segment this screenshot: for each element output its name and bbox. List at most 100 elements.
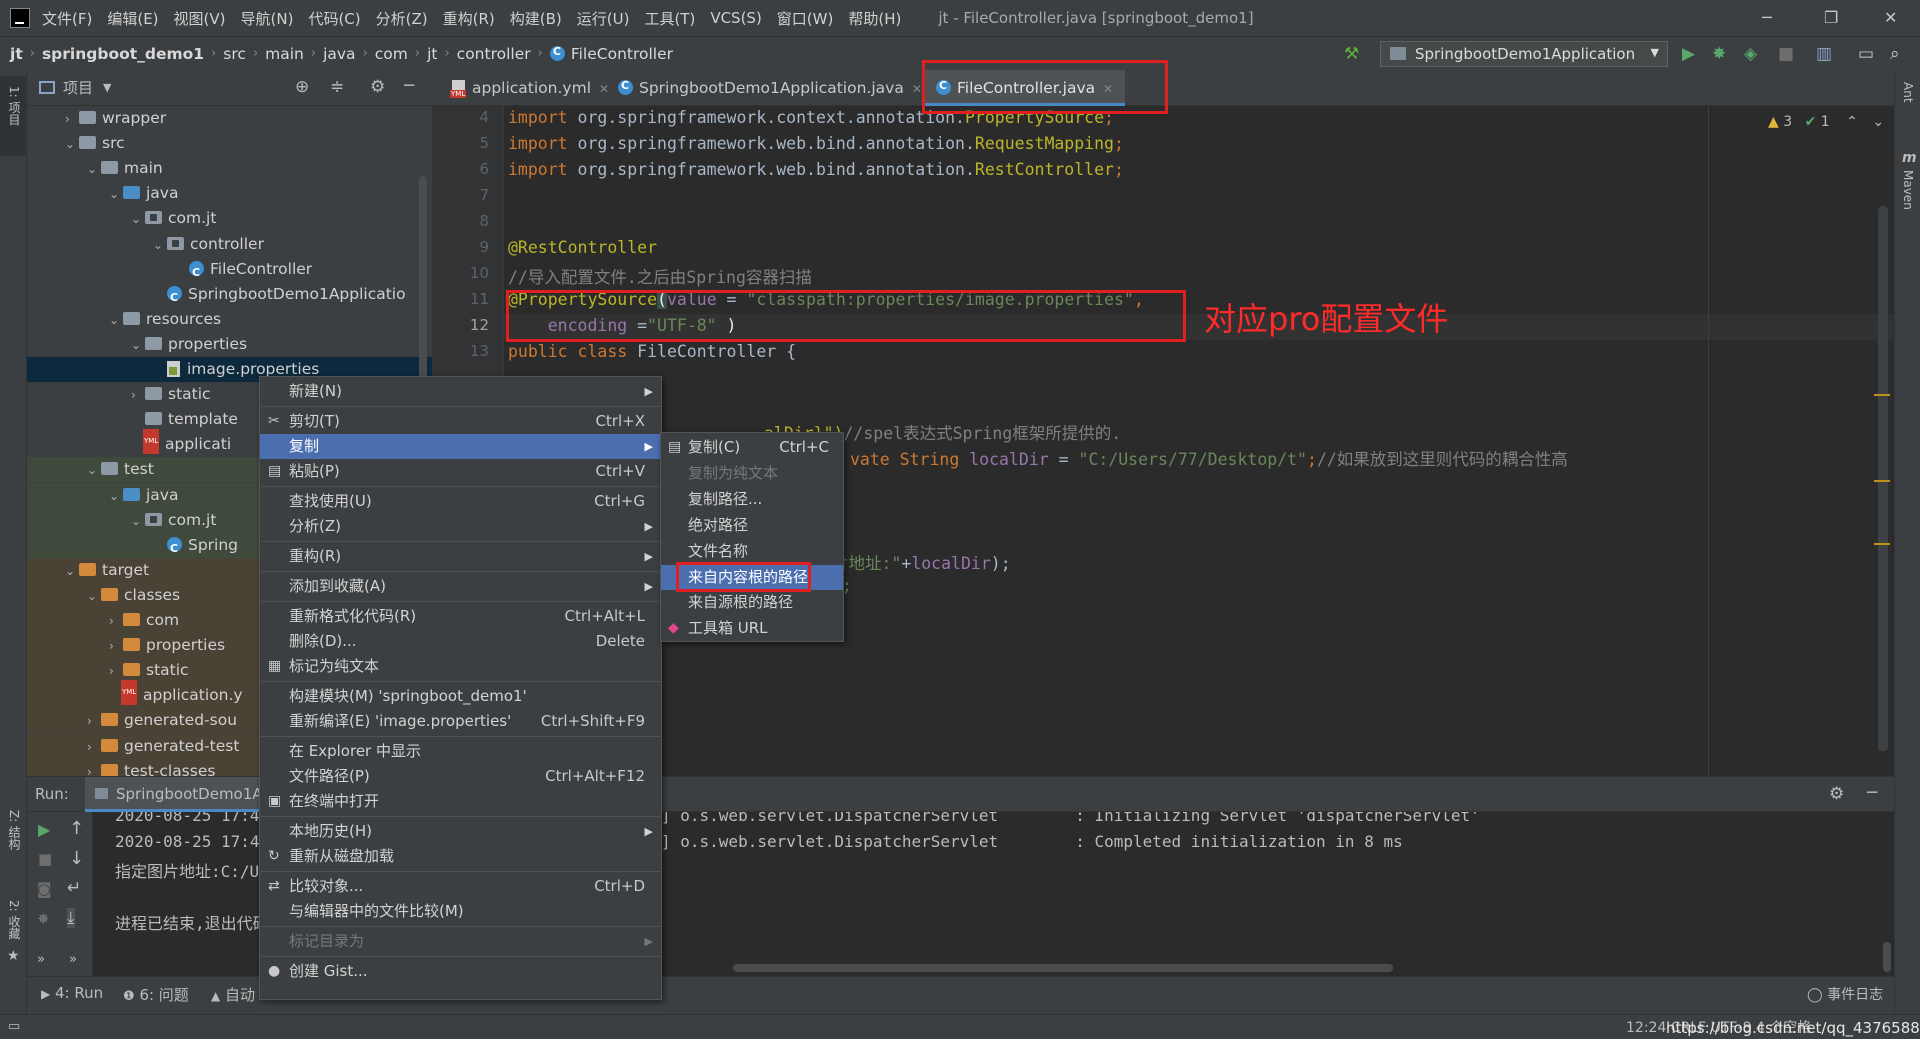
editor-scrollbar[interactable] — [1878, 206, 1888, 751]
soft-wrap-icon[interactable]: ↵ — [67, 878, 81, 898]
context-menu-item[interactable]: 重构(R) ▶ — [260, 544, 661, 569]
layout-toggle-icon[interactable]: ▭ — [8, 1019, 20, 1034]
restore-icon[interactable]: ❐ — [1824, 8, 1838, 27]
chevron-down-icon[interactable]: ⌄ — [131, 333, 145, 358]
layout-icon[interactable]: ▭ — [1858, 44, 1874, 64]
chevron-down-icon[interactable]: ⌄ — [87, 584, 101, 609]
breadcrumb-com[interactable]: com — [375, 45, 408, 63]
submenu-item[interactable]: ▤ 复制(C) Ctrl+C — [661, 435, 843, 460]
tree-node[interactable]: ⌄ main — [27, 156, 432, 181]
camera-icon[interactable]: ◙ — [37, 880, 52, 898]
submenu-item[interactable]: 复制路径... — [661, 487, 843, 512]
locate-target-icon[interactable]: ⊕ — [295, 77, 309, 97]
favorites-tool-label[interactable]: 2: 收藏 — [6, 900, 23, 940]
run-configuration-select[interactable]: SpringbootDemo1Application ▼ — [1380, 41, 1668, 67]
context-menu-item[interactable]: ▣ 在终端中打开 — [260, 789, 661, 814]
console-vertical-scrollbar[interactable] — [1883, 942, 1891, 972]
rerun-icon[interactable]: ▶ — [38, 820, 50, 839]
chevron-right-icon[interactable]: › — [65, 107, 79, 132]
submenu-item[interactable]: 文件名称 — [661, 539, 843, 564]
error-stripe-marker[interactable] — [1874, 480, 1890, 482]
tree-node[interactable]: ⌄ resources — [27, 307, 432, 332]
close-icon[interactable]: ✕ — [1884, 8, 1897, 27]
submenu-item[interactable]: ◆ 工具箱 URL — [661, 616, 843, 641]
run-icon[interactable]: ▶ — [1682, 44, 1695, 64]
chevron-down-icon[interactable]: ⌄ — [65, 132, 79, 157]
tree-node[interactable]: ⌄ src — [27, 131, 432, 156]
tree-node[interactable]: SpringbootDemo1Applicatio — [27, 282, 432, 310]
chevron-right-icon[interactable]: › — [131, 383, 145, 408]
breadcrumb-module[interactable]: springboot_demo1 — [42, 45, 204, 63]
context-menu-item[interactable]: 复制 ▶ — [260, 434, 661, 459]
inspection-widget[interactable]: ▲ 3 ✔ 1 ⌃ ⌄ — [1768, 114, 1884, 130]
chevron-down-icon[interactable]: ⌄ — [65, 559, 79, 584]
error-stripe-marker[interactable] — [1874, 394, 1890, 396]
submenu-item[interactable]: 绝对路径 — [661, 513, 843, 538]
menu-build[interactable]: 构建(B) — [510, 8, 562, 29]
context-menu-item[interactable]: 添加到收藏(A) ▶ — [260, 574, 661, 599]
project-panel-title[interactable]: 项目 — [63, 77, 93, 98]
maven-tool-label[interactable]: Maven — [1901, 170, 1915, 210]
chevron-up-icon[interactable]: ⌃ — [1846, 114, 1858, 130]
context-menu-item[interactable]: ⇄ 比较对象... Ctrl+D — [260, 874, 661, 899]
breadcrumb-controller[interactable]: controller — [457, 45, 531, 63]
breadcrumb-src[interactable]: src — [223, 45, 246, 63]
expand-more-icon[interactable]: » — [37, 952, 45, 967]
menu-edit[interactable]: 编辑(E) — [107, 8, 158, 29]
tree-node[interactable]: ⌄ com.jt — [27, 206, 432, 231]
tree-node[interactable]: › wrapper — [27, 106, 432, 131]
menu-vcs[interactable]: VCS(S) — [710, 9, 761, 27]
collapse-all-icon[interactable]: ≑ — [330, 77, 344, 97]
debug-bug-icon[interactable]: ✸ — [1712, 44, 1726, 64]
chevron-down-icon[interactable]: ⌄ — [1872, 114, 1884, 130]
arrow-down-icon[interactable]: ↓ — [69, 848, 84, 869]
expand-more-icon[interactable]: » — [69, 952, 77, 967]
menu-window[interactable]: 窗口(W) — [777, 8, 834, 29]
context-menu-item[interactable]: 新建(N) ▶ — [260, 379, 661, 404]
coverage-icon[interactable]: ◈ — [1744, 44, 1757, 64]
arrow-up-icon[interactable]: ↑ — [69, 818, 84, 839]
tab-springboot-application[interactable]: SpringbootDemo1Application.java ✕ — [606, 70, 934, 106]
chevron-down-icon[interactable]: ⌄ — [131, 207, 145, 232]
settings-bug-icon[interactable]: ✸ — [37, 910, 50, 928]
build-hammer-icon[interactable]: ⚒ — [1344, 44, 1359, 64]
menu-tools[interactable]: 工具(T) — [644, 8, 695, 29]
chevron-right-icon[interactable]: › — [109, 634, 123, 659]
menu-run[interactable]: 运行(U) — [577, 8, 630, 29]
menu-help[interactable]: 帮助(H) — [848, 8, 901, 29]
chevron-right-icon[interactable]: › — [87, 709, 101, 734]
chevron-right-icon[interactable]: › — [87, 735, 101, 760]
breadcrumb-main[interactable]: main — [265, 45, 304, 63]
tree-node[interactable]: FileController — [27, 257, 432, 285]
context-menu-item[interactable]: 分析(Z) ▶ — [260, 514, 661, 539]
menu-refactor[interactable]: 重构(R) — [443, 8, 495, 29]
menu-analyze[interactable]: 分析(Z) — [376, 8, 428, 29]
hide-panel-icon[interactable]: ─ — [1867, 783, 1877, 803]
stop-icon[interactable]: ■ — [38, 850, 52, 868]
project-structure-icon[interactable]: ▥ — [1816, 44, 1832, 64]
gear-icon[interactable]: ⚙ — [370, 77, 385, 97]
chevron-down-icon[interactable]: ⌄ — [109, 182, 123, 207]
context-menu-item[interactable]: ↻ 重新从磁盘加载 — [260, 844, 661, 869]
menu-view[interactable]: 视图(V) — [174, 8, 226, 29]
error-stripe-marker[interactable] — [1874, 543, 1890, 545]
chevron-right-icon[interactable]: › — [109, 609, 123, 634]
context-menu-item[interactable]: 本地历史(H) ▶ — [260, 819, 661, 844]
context-menu-item[interactable]: 查找使用(U) Ctrl+G — [260, 489, 661, 514]
context-menu-item[interactable]: ▤ 粘贴(P) Ctrl+V — [260, 459, 661, 484]
chevron-right-icon[interactable]: › — [87, 760, 101, 776]
ant-tool-label[interactable]: Ant — [1901, 82, 1915, 103]
context-menu-item[interactable]: 删除(D)... Delete — [260, 629, 661, 654]
chevron-down-icon[interactable]: ⌄ — [131, 509, 145, 534]
gear-icon[interactable]: ⚙ — [1829, 784, 1844, 804]
tree-node[interactable]: ⌄ controller — [27, 232, 432, 257]
tree-node[interactable]: ⌄ properties — [27, 332, 432, 357]
context-menu-item[interactable]: ● 创建 Gist... — [260, 959, 661, 984]
breadcrumb-jt[interactable]: jt — [427, 45, 437, 63]
chevron-down-icon[interactable]: ⌄ — [109, 484, 123, 509]
breadcrumb-java[interactable]: java — [323, 45, 355, 63]
menu-file[interactable]: 文件(F) — [42, 8, 92, 29]
project-tool-button[interactable]: 1: 项目 — [0, 76, 26, 156]
context-menu-item[interactable]: ✂ 剪切(T) Ctrl+X — [260, 409, 661, 434]
context-menu-item[interactable]: 与编辑器中的文件比较(M) — [260, 899, 661, 924]
